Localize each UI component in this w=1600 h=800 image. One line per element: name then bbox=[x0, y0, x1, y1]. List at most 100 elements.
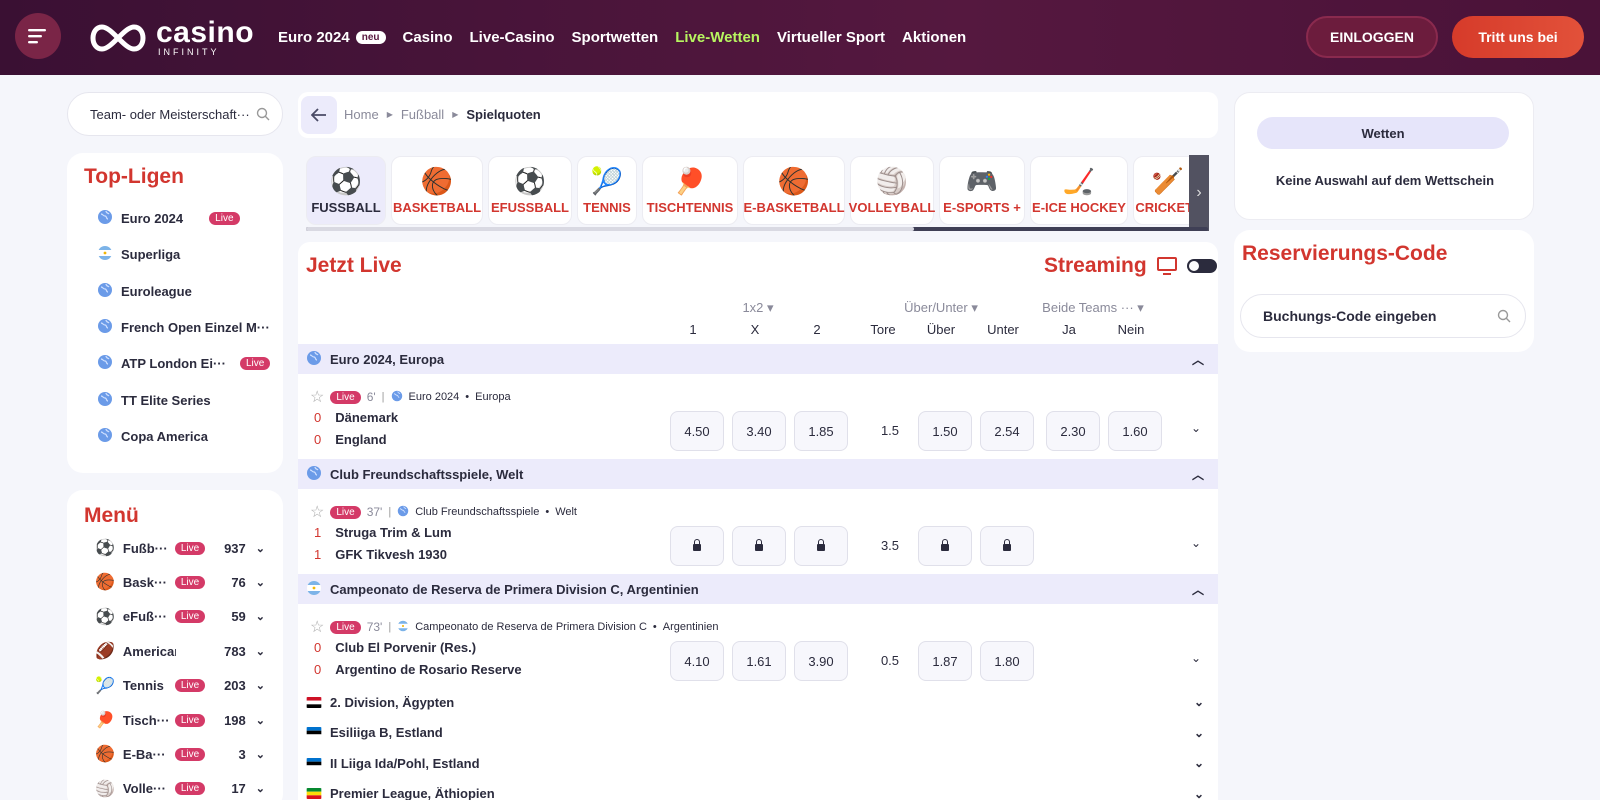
sport-tab-e-sports-[interactable]: 🎮 E-SPORTS + bbox=[939, 156, 1025, 225]
chevron-down-icon[interactable]: ⌄ bbox=[256, 610, 265, 623]
scroll-right-chevron-icon[interactable]: › bbox=[1189, 155, 1209, 231]
col-group-1x2[interactable]: 1x2 ▾ bbox=[728, 300, 788, 316]
breadcrumb-fussball[interactable]: Fußball bbox=[401, 107, 444, 122]
divider: | bbox=[388, 506, 392, 518]
top-liga-item[interactable]: French Open Einzel M··· bbox=[97, 318, 270, 337]
lock-icon bbox=[1003, 539, 1011, 551]
league-group-header[interactable]: Euro 2024, Europa ︿ bbox=[298, 344, 1218, 374]
chevron-down-icon[interactable]: ⌄ bbox=[256, 782, 265, 795]
back-arrow-icon[interactable] bbox=[301, 96, 337, 134]
booking-code-input[interactable]: Buchungs-Code eingeben bbox=[1240, 294, 1526, 338]
nav-virtueller-sport[interactable]: Virtueller Sport bbox=[777, 29, 885, 46]
odds-button-locked[interactable] bbox=[918, 526, 972, 566]
chevron-down-icon[interactable]: ⌄ bbox=[1194, 695, 1204, 709]
menu-item[interactable]: 🏀 Bask··· Live 76 ⌄ bbox=[95, 572, 265, 592]
odds-button-locked[interactable] bbox=[794, 526, 848, 566]
menu-item[interactable]: 🏐 Volle··· Live 17 ⌄ bbox=[95, 779, 265, 799]
chevron-down-icon[interactable]: ⌄ bbox=[1194, 726, 1204, 740]
col-group-beide-teams[interactable]: Beide Teams ··· ▾ bbox=[1038, 300, 1148, 316]
odds-button[interactable]: 3.40 bbox=[732, 411, 786, 451]
odds-button[interactable]: 3.90 bbox=[794, 641, 848, 681]
favorite-star-icon[interactable]: ☆ bbox=[310, 502, 324, 522]
nav-casino[interactable]: Casino bbox=[403, 29, 453, 46]
odds-button[interactable]: 2.54 bbox=[980, 411, 1034, 451]
chevron-up-icon[interactable]: ︿ bbox=[1192, 581, 1204, 598]
menu-item[interactable]: 🏓 Tisch··· Live 198 ⌄ bbox=[95, 710, 265, 730]
nav-sportwetten[interactable]: Sportwetten bbox=[572, 29, 659, 46]
collapsed-league-row[interactable]: Esiliiga B, Estland ⌄ bbox=[298, 718, 1218, 748]
odds-button-locked[interactable] bbox=[980, 526, 1034, 566]
chevron-down-icon[interactable]: ⌄ bbox=[1191, 421, 1201, 435]
menu-item[interactable]: 🎾 Tennis Live 203 ⌄ bbox=[95, 676, 265, 696]
breadcrumb-home[interactable]: Home bbox=[344, 107, 379, 122]
sports-scrollbar[interactable] bbox=[306, 227, 1208, 231]
odds-button[interactable]: 4.50 bbox=[670, 411, 724, 451]
register-button[interactable]: Tritt uns bei bbox=[1452, 16, 1584, 58]
chevron-down-icon[interactable]: ⌄ bbox=[256, 714, 265, 727]
sport-tab-efussball[interactable]: ⚽ EFUSSBALL bbox=[488, 156, 572, 225]
odds-button[interactable]: 4.10 bbox=[670, 641, 724, 681]
sport-tab-basketball[interactable]: 🏀 BASKETBALL bbox=[391, 156, 483, 225]
sport-tab-label: BASKETBALL bbox=[392, 200, 482, 215]
menu-item[interactable]: 🏀 E-Ba··· Live 3 ⌄ bbox=[95, 744, 265, 764]
nav-aktionen[interactable]: Aktionen bbox=[902, 29, 966, 46]
chevron-up-icon[interactable]: ︿ bbox=[1192, 351, 1204, 368]
chevron-down-icon[interactable]: ⌄ bbox=[256, 748, 265, 761]
login-button[interactable]: EINLOGGEN bbox=[1306, 16, 1438, 58]
chevron-down-icon[interactable]: ⌄ bbox=[256, 576, 265, 589]
top-liga-item[interactable]: Superliga bbox=[97, 245, 180, 264]
top-liga-item[interactable]: Euro 2024 Live bbox=[97, 209, 240, 228]
league-group-header[interactable]: Campeonato de Reserva de Primera Divisio… bbox=[298, 574, 1218, 604]
collapsed-league-row[interactable]: II Liiga Ida/Pohl, Estland ⌄ bbox=[298, 748, 1218, 778]
casino-infinity-logo[interactable]: casino INFINITY bbox=[86, 18, 254, 57]
col-group-ueber-unter[interactable]: Über/Unter ▾ bbox=[896, 300, 986, 316]
scrollbar-thumb[interactable] bbox=[306, 227, 914, 231]
menu-item[interactable]: 🏈 American Fo··· 783 ⌄ bbox=[95, 641, 265, 661]
sport-tab-tennis[interactable]: 🎾 TENNIS bbox=[577, 156, 637, 225]
chevron-down-icon[interactable]: ⌄ bbox=[1194, 756, 1204, 770]
sport-tab-tischtennis[interactable]: 🏓 TISCHTENNIS bbox=[642, 156, 738, 225]
streaming-toggle[interactable] bbox=[1186, 259, 1217, 273]
odds-button[interactable]: 1.61 bbox=[732, 641, 786, 681]
top-liga-item[interactable]: TT Elite Series bbox=[97, 391, 211, 410]
sport-tab-e-ice-hockey[interactable]: 🏒 E-ICE HOCKEY bbox=[1030, 156, 1128, 225]
favorite-star-icon[interactable]: ☆ bbox=[310, 387, 324, 407]
nav-live-casino[interactable]: Live-Casino bbox=[470, 29, 555, 46]
odds-button-locked[interactable] bbox=[670, 526, 724, 566]
odds-button[interactable]: 1.50 bbox=[918, 411, 972, 451]
league-group-header[interactable]: Club Freundschaftsspiele, Welt ︿ bbox=[298, 459, 1218, 489]
chevron-down-icon[interactable]: ⌄ bbox=[1191, 536, 1201, 550]
hamburger-menu-icon[interactable] bbox=[15, 13, 61, 59]
betslip-tab-wetten[interactable]: Wetten bbox=[1257, 117, 1509, 149]
nav-euro-2024[interactable]: Euro 2024 neu bbox=[278, 29, 386, 46]
chevron-down-icon[interactable]: ⌄ bbox=[1194, 787, 1204, 800]
chevron-up-icon[interactable]: ︿ bbox=[1192, 466, 1204, 483]
menu-item[interactable]: ⚽ eFuß··· Live 59 ⌄ bbox=[95, 607, 265, 627]
col-group-label: Beide Teams ··· bbox=[1042, 300, 1134, 315]
nav-live-wetten[interactable]: Live-Wetten bbox=[675, 29, 760, 46]
collapsed-league-row[interactable]: Premier League, Äthiopien ⌄ bbox=[298, 779, 1218, 800]
chevron-down-icon[interactable]: ⌄ bbox=[1191, 651, 1201, 665]
odds-button[interactable]: 1.87 bbox=[918, 641, 972, 681]
league-group-name: Euro 2024, Europa bbox=[330, 351, 445, 367]
sport-tab-fussball[interactable]: ⚽ FUSSBALL bbox=[306, 156, 386, 225]
odds-button[interactable]: 1.85 bbox=[794, 411, 848, 451]
odds-button[interactable]: 1.60 bbox=[1108, 411, 1162, 451]
favorite-star-icon[interactable]: ☆ bbox=[310, 617, 324, 637]
top-liga-item[interactable]: Copa America bbox=[97, 427, 208, 446]
sport-tab-volleyball[interactable]: 🏐 VOLLEYBALL bbox=[849, 156, 935, 225]
top-liga-item[interactable]: ATP London Ei··· Live bbox=[97, 354, 271, 373]
menu-item[interactable]: ⚽ Fußb··· Live 937 ⌄ bbox=[95, 538, 265, 558]
odds-button[interactable]: 1.80 bbox=[980, 641, 1034, 681]
chevron-down-icon[interactable]: ⌄ bbox=[256, 679, 265, 692]
chevron-down-icon[interactable]: ⌄ bbox=[256, 542, 265, 555]
odds-button-locked[interactable] bbox=[732, 526, 786, 566]
chevron-down-icon[interactable]: ⌄ bbox=[256, 645, 265, 658]
top-liga-item[interactable]: Euroleague bbox=[97, 282, 192, 301]
odds-button[interactable]: 2.30 bbox=[1046, 411, 1100, 451]
collapsed-league-row[interactable]: 2. Division, Ägypten ⌄ bbox=[298, 687, 1218, 717]
sport-tab-e-basketball[interactable]: 🏀 E-BASKETBALL bbox=[743, 156, 845, 225]
sport-icon: ⚽ bbox=[95, 608, 115, 626]
search-input[interactable]: Team- oder Meisterschaft··· bbox=[67, 92, 283, 136]
streaming-label: Streaming bbox=[1044, 254, 1147, 277]
